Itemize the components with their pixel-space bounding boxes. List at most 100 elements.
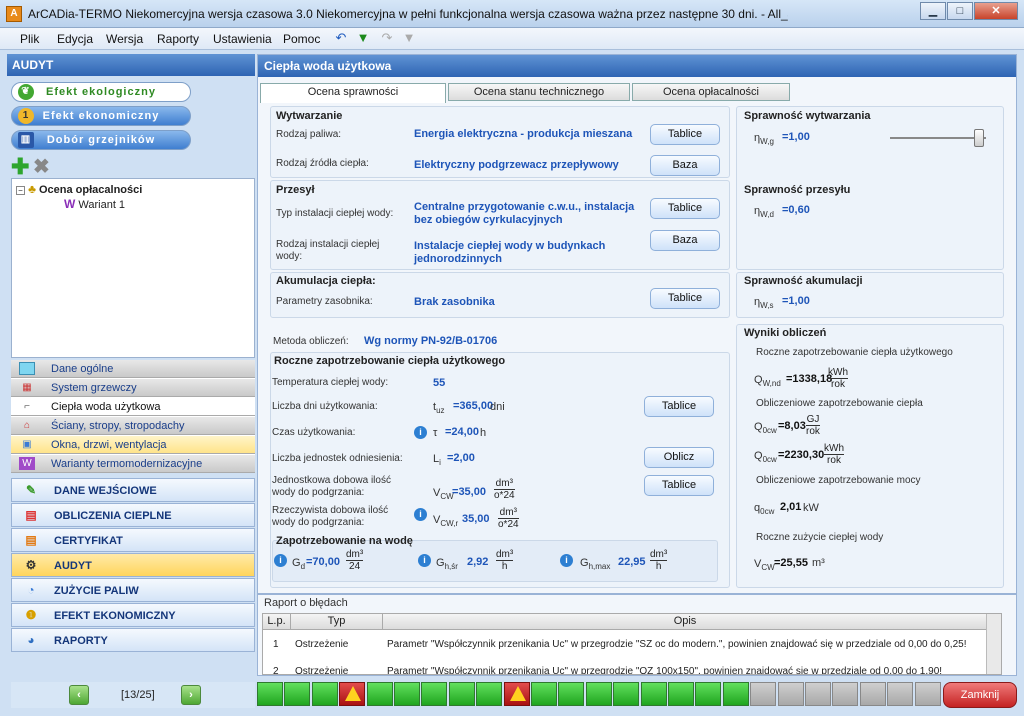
zamknij-button[interactable]: Zamknij	[943, 682, 1017, 708]
status-indicator[interactable]	[476, 682, 503, 706]
status-indicator[interactable]	[448, 682, 475, 706]
metoda-value[interactable]: Wg normy PN-92/B-01706	[364, 335, 497, 348]
status-indicator[interactable]	[503, 682, 530, 706]
report-title: Raport o błędach	[264, 597, 348, 609]
row-2-opis: Parametr "Współczynnik przenikania Uc" w…	[387, 666, 943, 675]
ghmax-info-icon[interactable]: i	[560, 554, 573, 567]
jednostki-value[interactable]: =2,00	[447, 452, 475, 465]
qwnd-symbol: QW,nd	[754, 374, 781, 389]
efekt-ekonomiczny-button[interactable]: 1 Efekt ekonomiczny	[11, 106, 191, 126]
status-indicator[interactable]	[805, 682, 831, 706]
status-indicator[interactable]	[722, 682, 749, 706]
menu-plik[interactable]: Plik	[20, 32, 39, 46]
dni-value[interactable]: =365,00	[453, 400, 493, 413]
menu-edycja[interactable]: Edycja	[57, 32, 93, 46]
status-indicator[interactable]	[777, 682, 804, 706]
oblicz-button[interactable]: Oblicz	[644, 447, 714, 468]
metoda-label: Metoda obliczeń:	[273, 336, 349, 347]
status-indicator[interactable]	[668, 682, 694, 706]
section-efekt-ekonomiczny[interactable]: ❶ EFEKT EKONOMICZNY	[11, 603, 255, 627]
status-indicator[interactable]	[284, 682, 311, 706]
section-obliczenia[interactable]: ▤ OBLICZENIA CIEPLNE	[11, 503, 255, 527]
redo-icon[interactable]: ↷	[380, 31, 394, 45]
zrodlo-baza-button[interactable]: Baza	[650, 155, 720, 176]
status-indicator[interactable]	[832, 682, 859, 706]
status-indicator[interactable]	[750, 682, 777, 706]
sprawnosc-slider-track[interactable]	[890, 137, 986, 139]
status-indicator[interactable]	[613, 682, 640, 706]
nav-ciepla-woda[interactable]: ⌐ Ciepła woda użytkowa	[11, 398, 255, 416]
tree-node-root[interactable]: − ♣ Ocena opłacalności	[16, 182, 142, 196]
section-audyt[interactable]: ⚙ AUDYT	[11, 553, 255, 577]
col-opis[interactable]: Opis	[383, 614, 988, 630]
status-indicator[interactable]	[914, 682, 941, 706]
nav-okna-drzwi[interactable]: ▣ Okna, drzwi, wentylacja	[11, 436, 255, 454]
tree-node-variant[interactable]: W Wariant 1	[64, 197, 125, 211]
status-indicator[interactable]	[558, 682, 585, 706]
tab-ocena-sprawnosci[interactable]: Ocena sprawności	[260, 83, 446, 103]
gd-info-icon[interactable]: i	[274, 554, 287, 567]
menu-wersja[interactable]: Wersja	[106, 32, 143, 46]
section-zuzycie-paliw[interactable]: ◔ ZUŻYCIE PALIW	[11, 578, 255, 602]
delete-icon[interactable]: ✖	[33, 157, 51, 177]
paliwo-tablice-button[interactable]: Tablice	[650, 124, 720, 145]
status-indicator[interactable]	[421, 682, 448, 706]
jednostkowa-tablice-button[interactable]: Tablice	[644, 475, 714, 496]
qocw-unit: GJ rok	[806, 414, 820, 437]
rodzaj-baza-button[interactable]: Baza	[650, 230, 720, 251]
nav-sciany-stropy[interactable]: ⌂ Ściany, stropy, stropodachy	[11, 417, 255, 435]
nav-system-grzewczy[interactable]: ▦ System grzewczy	[11, 379, 255, 397]
menu-ustawienia[interactable]: Ustawienia	[213, 32, 272, 46]
add-icon[interactable]: ✚	[11, 156, 29, 178]
collapse-icon[interactable]: −	[16, 186, 25, 195]
menu-raporty[interactable]: Raporty	[157, 32, 199, 46]
status-indicator[interactable]	[311, 682, 338, 706]
next-page-button[interactable]: ›	[181, 685, 201, 705]
section-raporty[interactable]: ◕ RAPORTY	[11, 628, 255, 652]
gd-unit: dm³ 24	[346, 549, 364, 572]
maximize-button[interactable]: □	[947, 2, 973, 20]
report-scrollbar[interactable]	[986, 614, 1001, 674]
tab-ocena-oplacalnosci[interactable]: Ocena opłacalności	[632, 83, 790, 101]
minimize-button[interactable]: ▁	[920, 2, 946, 20]
ghsr-info-icon[interactable]: i	[418, 554, 431, 567]
status-indicator[interactable]	[257, 682, 283, 706]
status-indicator[interactable]	[585, 682, 612, 706]
zasobnik-tablice-button[interactable]: Tablice	[650, 288, 720, 309]
status-indicator[interactable]	[695, 682, 722, 706]
czas-info-icon[interactable]: i	[414, 426, 427, 439]
status-indicator[interactable]	[366, 682, 393, 706]
dobor-grzejnikow-button[interactable]: ▥ Dobór grzejników	[11, 130, 191, 150]
document-icon	[19, 362, 35, 375]
qwnd-unit: kWh rok	[828, 367, 848, 390]
col-typ[interactable]: Typ	[291, 614, 383, 630]
dni-tablice-button[interactable]: Tablice	[644, 396, 714, 417]
nav-warianty[interactable]: W Warianty termomodernizacyjne	[11, 455, 255, 473]
status-indicator[interactable]	[640, 682, 667, 706]
status-indicator[interactable]	[859, 682, 886, 706]
wyniki-zuzycie-label: Roczne zużycie ciepłej wody	[756, 532, 884, 543]
col-lp[interactable]: L.p.	[263, 614, 291, 630]
status-indicator[interactable]	[887, 682, 914, 706]
eta-wg-value: =1,00	[782, 131, 810, 143]
typ-tablice-button[interactable]: Tablice	[650, 198, 720, 219]
prev-page-button[interactable]: ‹	[69, 685, 89, 705]
rzeczywista-info-icon[interactable]: i	[414, 508, 427, 521]
arrow-down-green-icon[interactable]: ▼	[356, 31, 370, 45]
close-button[interactable]: ✕	[974, 2, 1018, 20]
arrow-down-gray-icon[interactable]: ▼	[402, 31, 416, 45]
status-indicator[interactable]	[531, 682, 557, 706]
sprawnosc-slider-thumb[interactable]	[974, 129, 984, 147]
undo-icon[interactable]: ↶	[334, 31, 348, 45]
czas-value[interactable]: =24,00	[445, 426, 479, 439]
section-dane-wejsciowe[interactable]: ✎ DANE WEJŚCIOWE	[11, 478, 255, 502]
section-certyfikat[interactable]: ▤ CERTYFIKAT	[11, 528, 255, 552]
status-indicator[interactable]	[394, 682, 420, 706]
jednostkowa-value[interactable]: =35,00	[452, 486, 486, 499]
efekt-ekologiczny-button[interactable]: ❦ Efekt ekologiczny	[11, 82, 191, 102]
tab-ocena-stanu[interactable]: Ocena stanu technicznego	[448, 83, 630, 101]
temperatura-value[interactable]: 55	[433, 377, 445, 390]
nav-dane-ogolne[interactable]: Dane ogólne	[11, 360, 255, 378]
status-indicator[interactable]	[339, 682, 366, 706]
menu-pomoc[interactable]: Pomoc	[283, 32, 320, 46]
